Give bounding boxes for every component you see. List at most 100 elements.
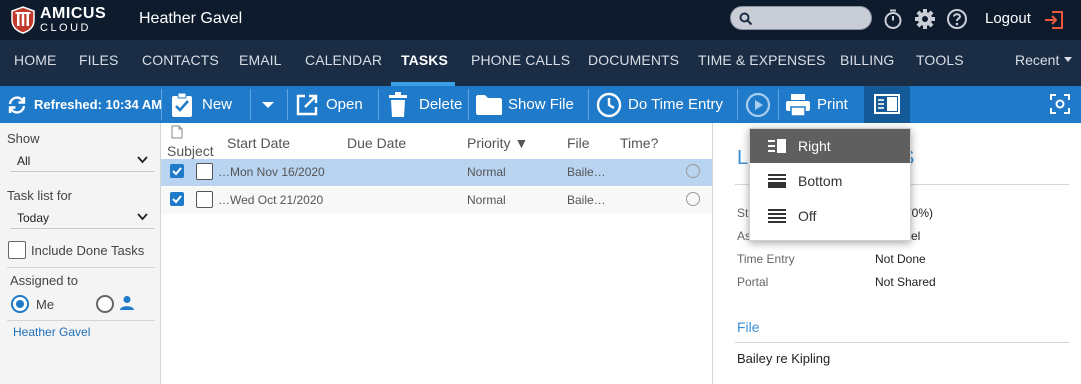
layout-menu-item-right[interactable]: Right <box>750 129 910 163</box>
layout-menu-item-off[interactable]: Off <box>750 199 910 233</box>
table-row[interactable]: …Mon Nov 16/2020 Normal Baile… <box>161 159 712 186</box>
cell-file: Baile… <box>567 193 606 207</box>
top-bar: AMICUS CLOUD Heather Gavel Logout <box>0 0 1081 40</box>
search-icon <box>739 12 753 26</box>
chevron-down-icon[interactable] <box>1064 57 1072 62</box>
new-dropdown-button[interactable] <box>261 86 275 123</box>
detail-title-left: L <box>737 147 749 169</box>
reading-pane-icon <box>874 94 900 114</box>
open-external-icon <box>296 94 318 115</box>
show-select[interactable]: All <box>10 150 154 172</box>
nav-time-expenses[interactable]: TIME & EXPENSES <box>698 52 826 68</box>
refresh-icon <box>8 95 26 114</box>
layout-right-icon <box>768 139 786 153</box>
delete-button[interactable]: Delete <box>388 86 462 123</box>
help-icon[interactable] <box>946 8 968 30</box>
trash-icon <box>389 91 407 117</box>
chevron-down-icon <box>137 213 148 221</box>
cell-priority: Normal <box>467 165 506 179</box>
play-timer-button[interactable] <box>745 86 771 123</box>
current-user-name: Heather Gavel <box>139 10 243 27</box>
chevron-down-icon <box>137 156 148 164</box>
timer-icon[interactable] <box>882 8 904 30</box>
layout-menu: Right Bottom Off <box>749 128 911 241</box>
detail-field-key: Time Entry <box>737 252 795 266</box>
amicus-logo[interactable]: AMICUS CLOUD <box>10 4 120 36</box>
cell-start-date: …Mon Nov 16/2020 <box>218 165 325 179</box>
nav-calendar[interactable]: CALENDAR <box>305 52 382 68</box>
task-done-checkbox[interactable] <box>196 163 213 180</box>
global-search-input[interactable] <box>730 6 872 30</box>
nav-billing[interactable]: BILLING <box>840 52 894 68</box>
folder-icon <box>476 94 502 115</box>
detail-file-heading: File <box>737 319 760 335</box>
logout-link[interactable]: Logout <box>985 10 1031 27</box>
layout-toggle-button[interactable] <box>864 86 910 123</box>
logout-icon[interactable] <box>1043 9 1065 31</box>
nav-tools[interactable]: TOOLS <box>916 52 964 68</box>
play-circle-icon <box>745 92 771 117</box>
new-button[interactable]: New <box>170 86 232 123</box>
task-done-checkbox[interactable] <box>196 191 213 208</box>
cell-start-date: …Wed Oct 21/2020 <box>218 193 324 207</box>
person-icon[interactable] <box>119 295 135 311</box>
column-file[interactable]: File <box>567 135 590 151</box>
layout-bottom-icon <box>768 174 786 188</box>
chevron-down-icon <box>262 101 274 108</box>
check-icon <box>172 167 182 176</box>
include-done-checkbox[interactable] <box>8 241 26 259</box>
nav-files[interactable]: FILES <box>79 52 118 68</box>
row-select-checkbox[interactable] <box>170 164 184 178</box>
assigned-user-link[interactable]: Heather Gavel <box>13 325 90 339</box>
main-nav: HOME FILES CONTACTS EMAIL CALENDAR TASKS… <box>0 40 1081 86</box>
assigned-me-radio[interactable] <box>11 295 29 313</box>
detail-field-key: Portal <box>737 275 769 289</box>
nav-documents[interactable]: DOCUMENTS <box>588 52 679 68</box>
task-list-label: Task list for <box>7 188 73 203</box>
nav-tasks[interactable]: TASKS <box>401 52 448 68</box>
logo-line2: CLOUD <box>40 22 92 34</box>
printer-icon <box>786 93 810 117</box>
column-subject[interactable]: Subject <box>167 143 214 159</box>
nav-phone-calls[interactable]: PHONE CALLS <box>471 52 570 68</box>
cell-priority: Normal <box>467 193 506 207</box>
table-row[interactable]: …Wed Oct 21/2020 Normal Baile… <box>161 187 712 214</box>
cell-file: Baile… <box>567 165 606 179</box>
detail-file-link[interactable]: Bailey re Kipling <box>737 351 830 366</box>
layout-off-icon <box>768 209 786 223</box>
task-list-select[interactable]: Today <box>10 207 154 229</box>
nav-email[interactable]: EMAIL <box>239 52 282 68</box>
fullscreen-icon[interactable] <box>1050 94 1070 114</box>
nav-contacts[interactable]: CONTACTS <box>142 52 219 68</box>
detail-field-value: Not Shared <box>875 275 936 289</box>
refresh-button[interactable]: Refreshed: 10:34 AM <box>6 86 162 123</box>
column-due-date[interactable]: Due Date <box>347 135 406 151</box>
filter-panel: Show All Task list for Today Include Don… <box>0 123 161 384</box>
logo-line1: AMICUS <box>40 5 107 22</box>
task-list: Subject Start Date Due Date Priority ▼ F… <box>161 123 713 384</box>
assigned-to-label: Assigned to <box>10 273 78 288</box>
nav-home[interactable]: HOME <box>14 52 56 68</box>
include-done-label: Include Done Tasks <box>31 243 145 258</box>
refreshed-time: Refreshed: 10:34 AM <box>34 97 163 112</box>
recent-menu[interactable]: Recent <box>1015 52 1059 68</box>
row-select-checkbox[interactable] <box>170 192 184 206</box>
check-icon <box>172 195 182 204</box>
show-label: Show <box>7 131 40 146</box>
new-task-icon <box>172 92 192 117</box>
clock-icon <box>596 92 622 117</box>
detail-field-value: Not Done <box>875 252 926 266</box>
task-toolbar: Refreshed: 10:34 AM New Open Delete Show… <box>0 86 1081 123</box>
do-time-entry-button[interactable]: Do Time Entry <box>596 86 723 123</box>
open-button[interactable]: Open <box>295 86 363 123</box>
print-button[interactable]: Print <box>785 86 848 123</box>
column-priority[interactable]: Priority ▼ <box>467 135 528 151</box>
document-icon <box>171 125 183 139</box>
gear-icon[interactable] <box>914 8 936 30</box>
time-status-icon <box>686 164 700 178</box>
assigned-other-radio[interactable] <box>96 295 114 313</box>
layout-menu-item-bottom[interactable]: Bottom <box>750 164 910 198</box>
column-start-date[interactable]: Start Date <box>227 135 290 151</box>
show-file-button[interactable]: Show File <box>475 86 574 123</box>
column-time[interactable]: Time? <box>620 135 658 151</box>
